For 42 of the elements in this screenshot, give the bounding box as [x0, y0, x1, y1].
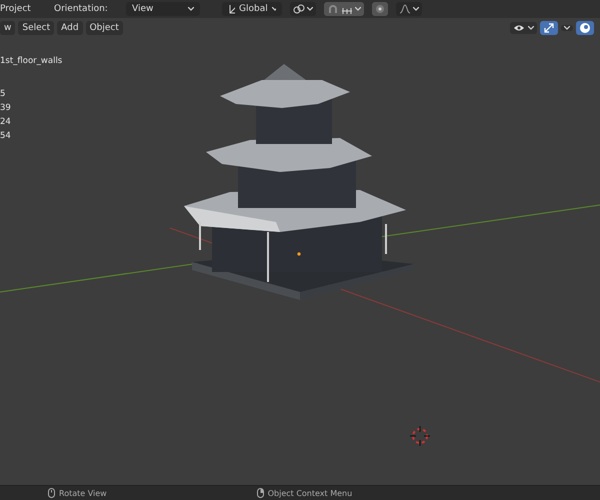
- overlay-icon: [579, 22, 591, 34]
- orientation-dropdown[interactable]: View: [126, 2, 200, 16]
- stat-value: 39: [0, 102, 12, 115]
- project-menu[interactable]: Project: [0, 4, 46, 14]
- gizmo-dropdown[interactable]: [561, 25, 573, 31]
- cursor-3d-icon: [410, 426, 430, 446]
- orientation-label: Orientation:: [54, 4, 109, 14]
- proportional-edit-button[interactable]: [372, 2, 388, 16]
- origin-dot: [297, 252, 301, 256]
- curve-icon: [399, 4, 411, 14]
- link-dropdown[interactable]: [290, 2, 316, 16]
- toolbar-menu[interactable]: w: [0, 21, 16, 35]
- falloff-dropdown[interactable]: [396, 2, 422, 16]
- arrows-icon: [543, 22, 555, 34]
- object-name: 1st_floor_walls: [0, 56, 62, 66]
- status-hint: Rotate View: [59, 488, 107, 498]
- gizmo-toggle[interactable]: [540, 21, 558, 35]
- stat-value: 5: [0, 88, 6, 101]
- target-icon: [375, 4, 385, 14]
- mouse-icon: [48, 488, 55, 498]
- snap-dropdown[interactable]: [324, 2, 364, 16]
- axes-icon: [228, 4, 236, 14]
- caret-icon: [188, 7, 194, 11]
- stat-value: 54: [0, 130, 12, 143]
- link-icon: [293, 4, 305, 14]
- status-hint: Object Context Menu: [268, 488, 352, 498]
- toolbar-menu[interactable]: Object: [86, 21, 123, 35]
- mouse-icon: [256, 488, 264, 498]
- caret-icon: [413, 7, 419, 11]
- caret-icon: [528, 26, 534, 30]
- overlay-toggle[interactable]: [576, 21, 594, 35]
- magnet-icon: [327, 4, 339, 14]
- toolbar-menu[interactable]: Add: [57, 21, 83, 35]
- eye-icon: [513, 23, 525, 33]
- caret-icon: [307, 7, 313, 11]
- caret-icon: [355, 7, 361, 11]
- caret-icon: [272, 7, 276, 11]
- toolbar-menu[interactable]: Select: [18, 21, 54, 35]
- stat-value: 24: [0, 116, 12, 129]
- caret-icon: [564, 26, 570, 30]
- visibility-dropdown[interactable]: [510, 22, 537, 34]
- pivot-dropdown[interactable]: Global: [222, 2, 282, 16]
